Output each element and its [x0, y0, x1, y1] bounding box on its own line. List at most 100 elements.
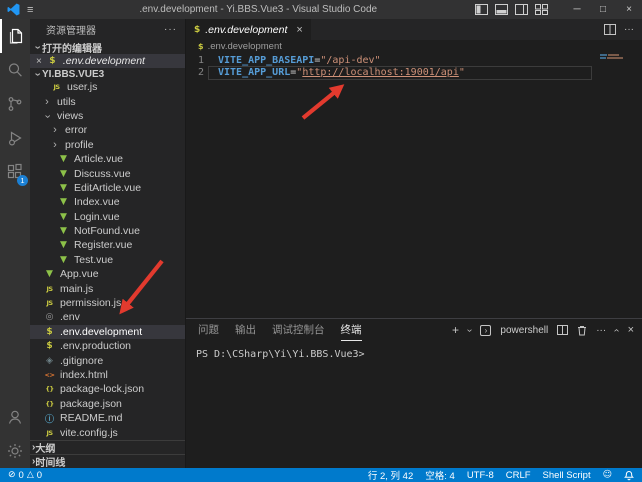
file-name: user.js	[67, 81, 97, 93]
project-root-header[interactable]: › YI.BBS.VUE3	[30, 68, 185, 80]
tree-item-Index.vue[interactable]: ▼Index.vue	[30, 195, 185, 209]
open-editor-file-name: .env.development	[63, 55, 145, 67]
tree-item-EditArticle.vue[interactable]: ▼EditArticle.vue	[30, 181, 185, 195]
tree-item-profile[interactable]: ›profile	[30, 138, 185, 152]
search-activity-button[interactable]	[0, 53, 30, 87]
code-editor[interactable]: 1VITE_APP_BASEAPI="/api-dev" 2VITE_APP_U…	[186, 53, 642, 318]
tree-item-views[interactable]: ›views	[30, 109, 185, 123]
explorer-activity-button[interactable]	[0, 19, 30, 53]
close-panel-icon[interactable]: ×	[628, 324, 634, 336]
panel-tab-输出[interactable]: 输出	[235, 319, 256, 341]
toggle-panel-icon[interactable]	[495, 4, 508, 15]
language-mode-status[interactable]: Shell Script	[543, 470, 591, 481]
tree-item-.env.production[interactable]: $.env.production	[30, 339, 185, 353]
json-icon: {}	[44, 400, 55, 408]
vue-icon: ▼	[58, 240, 69, 250]
account-icon	[5, 407, 25, 427]
error-icon: ⊘	[8, 470, 16, 480]
tab-env-development[interactable]: $ .env.development ×	[186, 19, 311, 40]
chevron-down-icon: ›	[43, 111, 53, 121]
tree-item-.gitignore[interactable]: ◈.gitignore	[30, 353, 185, 367]
file-name: Discuss.vue	[74, 168, 131, 180]
split-terminal-icon[interactable]	[557, 325, 568, 335]
tree-item-.env[interactable]: ◎.env	[30, 310, 185, 324]
panel-tab-终端[interactable]: 终端	[341, 319, 362, 341]
panel-tab-问题[interactable]: 问题	[198, 319, 219, 341]
url-link[interactable]: http://localhost:19001/api	[302, 67, 459, 78]
tree-item-permission.js[interactable]: JSpermission.js	[30, 296, 185, 310]
tree-item-Discuss.vue[interactable]: ▼Discuss.vue	[30, 166, 185, 180]
gear-icon	[5, 441, 25, 461]
project-root-label: YI.BBS.VUE3	[42, 69, 104, 80]
tree-item-vite.config.js[interactable]: JSvite.config.js	[30, 425, 185, 439]
env-value: "/api-dev"	[320, 55, 380, 66]
terminal-output[interactable]: PS D:\CSharp\Yi\Yi.BBS.Vue3>	[186, 341, 642, 360]
file-name: profile	[65, 139, 94, 151]
editor-more-actions-icon[interactable]: ···	[624, 24, 634, 35]
new-terminal-icon[interactable]: +	[452, 323, 459, 337]
tree-item-Login.vue[interactable]: ▼Login.vue	[30, 210, 185, 224]
file-name: permission.js	[60, 297, 121, 309]
tree-item-package.json[interactable]: {} package.json	[30, 397, 185, 411]
feedback-smiley-icon[interactable]: ☺	[603, 470, 612, 480]
tab-close-icon[interactable]: ×	[296, 24, 302, 36]
source-control-activity-button[interactable]	[0, 87, 30, 121]
tree-item-.env.development[interactable]: $.env.development	[30, 325, 185, 339]
explorer-more-actions-icon[interactable]: ···	[164, 24, 177, 35]
chevron-down-icon[interactable]: ›	[464, 328, 475, 331]
env-file-icon: $	[47, 56, 58, 66]
git-icon: ◈	[44, 356, 55, 366]
account-button[interactable]	[0, 400, 30, 434]
run-debug-activity-button[interactable]	[0, 121, 30, 155]
open-editors-header[interactable]: › 打开的编辑器	[30, 40, 185, 54]
tree-item-Article.vue[interactable]: ▼Article.vue	[30, 152, 185, 166]
code-line-2[interactable]: 2VITE_APP_URL="http://localhost:19001/ap…	[186, 67, 642, 79]
eol-status[interactable]: CRLF	[506, 470, 531, 481]
tree-item-README.md[interactable]: ⓘREADME.md	[30, 411, 185, 425]
cursor-position-status[interactable]: 行 2, 列 42	[368, 468, 413, 482]
bottom-panel: 问题输出调试控制台终端 + › › powershell ··· › × PS	[186, 318, 642, 468]
html-icon: <>	[44, 371, 55, 379]
settings-button[interactable]	[0, 434, 30, 468]
panel-more-actions-icon[interactable]: ···	[596, 325, 606, 336]
panel-tab-调试控制台[interactable]: 调试控制台	[272, 319, 325, 341]
minimize-button[interactable]: ─	[564, 4, 590, 15]
tree-item-main.js[interactable]: JSmain.js	[30, 281, 185, 295]
debug-icon	[5, 128, 25, 148]
close-icon[interactable]: ×	[36, 56, 42, 67]
maximize-button[interactable]: □	[590, 4, 616, 15]
breadcrumb[interactable]: $ .env.development	[186, 40, 642, 53]
md-icon: ⓘ	[44, 412, 55, 425]
close-button[interactable]: ×	[616, 4, 642, 15]
tree-item-error[interactable]: ›error	[30, 123, 185, 137]
split-editor-icon[interactable]	[604, 24, 616, 35]
tree-item-index.html[interactable]: <>index.html	[30, 368, 185, 382]
file-name: EditArticle.vue	[74, 182, 141, 194]
menu-icon[interactable]: ≡	[27, 4, 33, 16]
maximize-panel-icon[interactable]: ›	[611, 328, 622, 331]
tree-item-user.js[interactable]: JSuser.js	[30, 80, 185, 94]
minimap[interactable]	[596, 53, 642, 318]
shell-label[interactable]: powershell	[500, 325, 548, 336]
problems-status[interactable]: ⊘ 0 △ 0	[8, 470, 42, 481]
tree-item-package-lock.json[interactable]: {}package-lock.json	[30, 382, 185, 396]
indentation-status[interactable]: 空格: 4	[425, 468, 455, 482]
tree-item-NotFound.vue[interactable]: ▼NotFound.vue	[30, 224, 185, 238]
toggle-secondary-sidebar-icon[interactable]	[515, 4, 528, 15]
tree-item-utils[interactable]: ›utils	[30, 94, 185, 108]
extensions-badge: 1	[17, 175, 28, 186]
tree-item-App.vue[interactable]: ▼App.vue	[30, 267, 185, 281]
toggle-sidebar-icon[interactable]	[475, 4, 488, 15]
file-name: package.json	[60, 398, 122, 410]
tree-item-Test.vue[interactable]: ▼Test.vue	[30, 253, 185, 267]
encoding-status[interactable]: UTF-8	[467, 470, 494, 481]
notifications-bell-icon[interactable]	[624, 470, 634, 481]
timeline-section-header[interactable]: › 时间线	[30, 454, 185, 468]
tree-item-Register.vue[interactable]: ▼Register.vue	[30, 238, 185, 252]
outline-section-header[interactable]: › 大纲	[30, 440, 185, 454]
file-name: utils	[57, 96, 76, 108]
open-editor-item[interactable]: × $ .env.development	[30, 54, 185, 68]
kill-terminal-trash-icon[interactable]	[577, 325, 587, 336]
extensions-activity-button[interactable]: 1	[0, 155, 30, 189]
customize-layout-icon[interactable]	[535, 4, 548, 15]
